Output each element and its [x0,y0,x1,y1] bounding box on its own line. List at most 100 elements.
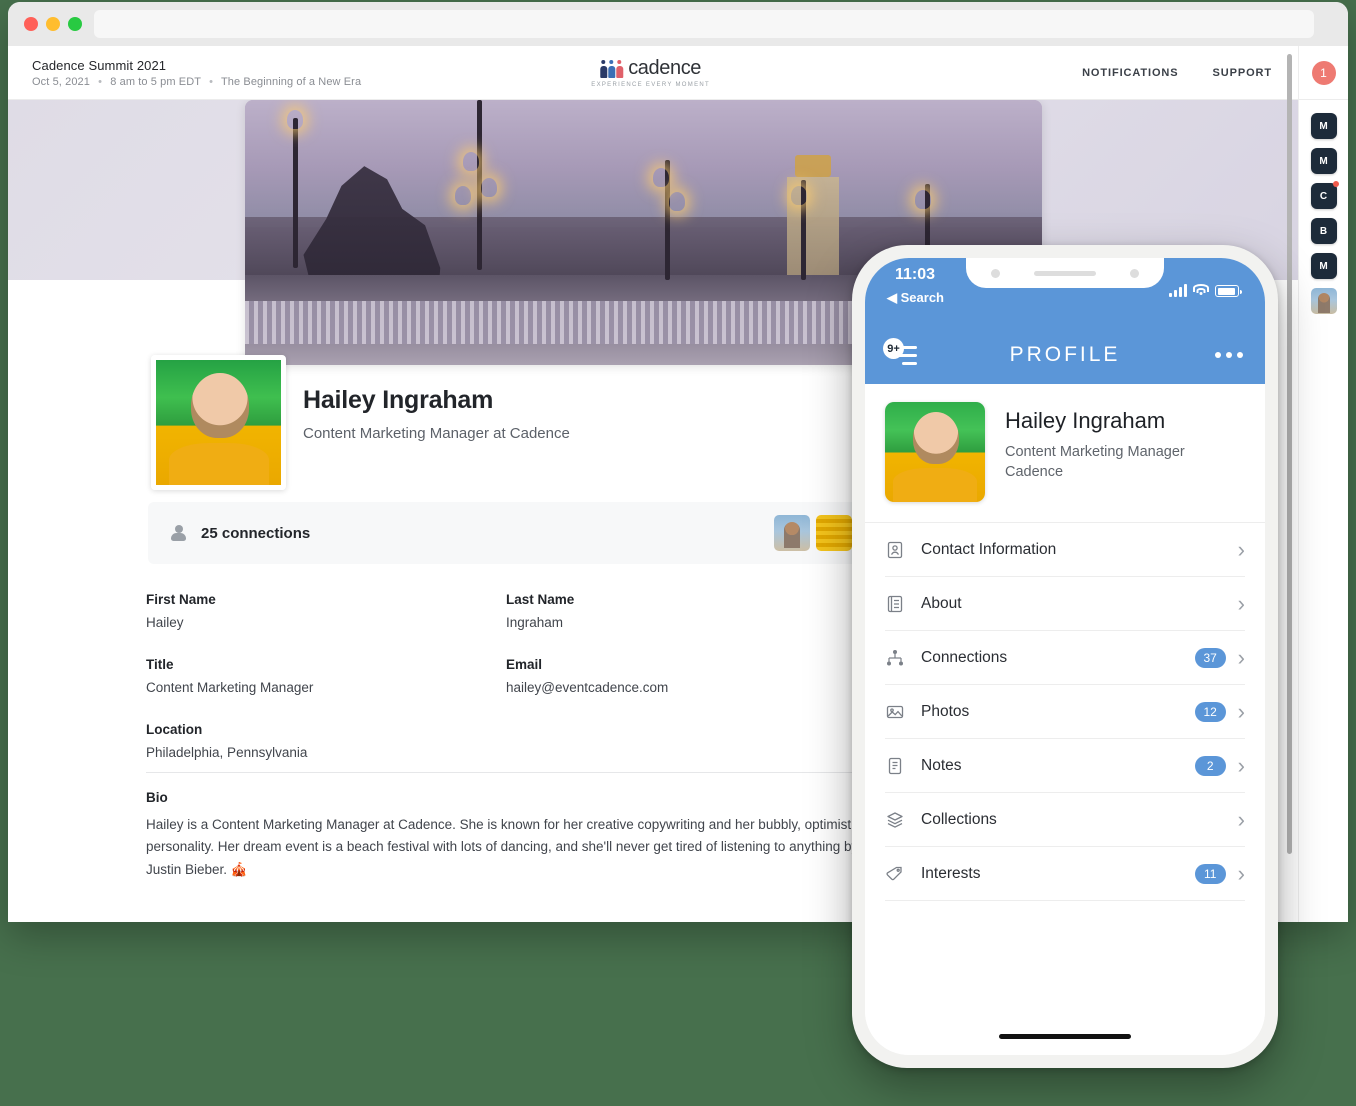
field-title: Title Content Marketing Manager [146,657,506,695]
menu-item-badge: 37 [1194,647,1226,668]
phone-navbar: 9+ PROFILE [865,326,1265,384]
rail-tile-m3[interactable]: M [1310,253,1337,279]
back-arrow-icon: ◀ [887,290,897,305]
profile-name: Hailey Ingraham [303,386,494,414]
menu-item-label: Contact Information [921,540,1057,558]
nav-support[interactable]: SUPPORT [1213,67,1272,79]
phone-content: Hailey Ingraham Content Marketing Manage… [865,384,1265,1055]
phone-profile-role: Content Marketing Manager Cadence [1005,443,1185,482]
close-window-button[interactable] [24,17,38,31]
browser-titlebar [8,2,1348,46]
phone-notch [966,258,1164,288]
rail-tile-label: C [1319,190,1328,202]
phone-screen: 11:03 ◀ Search 9+ PROFILE Hailey Ingraha… [865,258,1265,1055]
field-last-name: Last Name Ingraham [506,592,866,630]
sensor-icon [1130,268,1139,278]
menu-item-notes[interactable]: Notes 2 › [885,739,1245,793]
notification-badge[interactable]: 1 [1311,60,1336,85]
bio-section: Bio Hailey is a Content Marketing Manage… [146,790,868,881]
profile-avatar [151,355,286,490]
chevron-right-icon: › [1237,644,1245,670]
rail-badge-row: 1 [1299,46,1348,100]
interests-tag-icon [885,864,905,884]
menu-item-label: About [921,594,962,612]
phone-mockup: 11:03 ◀ Search 9+ PROFILE Hailey Ingraha… [852,245,1278,1068]
more-options-icon[interactable] [1215,352,1243,358]
cover-lamp-light-3b [669,192,685,211]
photos-image-icon [885,702,905,722]
vertical-scrollbar[interactable] [1287,54,1292,854]
speaker-grille [1034,270,1096,276]
connection-avatar-2[interactable] [816,515,852,551]
header-nav: NOTIFICATIONS SUPPORT [1082,67,1272,79]
menu-item-connections[interactable]: Connections 37 › [885,631,1245,685]
event-subtitle: Oct 5, 2021 • 8 am to 5 pm EDT • The Beg… [32,76,361,88]
menu-item-contact-information[interactable]: Contact Information › [885,523,1245,577]
field-label: First Name [146,592,216,607]
cover-lamp-light-4 [791,186,807,205]
menu-item-badge: 2 [1194,755,1226,776]
status-time: 11:03 [895,266,936,283]
bio-text: Hailey is a Content Marketing Manager at… [146,817,861,877]
profile-role: Content Marketing Manager at Cadence [303,425,570,442]
connection-avatar-1[interactable] [774,515,810,551]
field-location: Location Philadelphia, Pennsylvania [146,722,506,760]
notes-clipboard-icon [885,756,905,776]
menu-item-label: Connections [921,648,1008,666]
home-indicator[interactable] [999,1034,1131,1039]
menu-item-collections[interactable]: Collections › [885,793,1245,847]
menu-item-about[interactable]: About › [885,577,1245,631]
cadence-logo[interactable]: cadence EXPERIENCE EVERY MOMENT [591,58,710,88]
connections-network-icon [885,648,905,668]
address-bar[interactable] [94,10,1314,38]
rail-tile-c[interactable]: C [1310,181,1339,209]
rail-tile-m2[interactable]: M [1310,148,1337,174]
logo-wordmark: cadence [628,56,702,79]
nav-notifications[interactable]: NOTIFICATIONS [1082,67,1178,79]
profile-heading: Hailey Ingraham Content Marketing Manage… [303,386,570,442]
camera-icon [991,268,1000,278]
right-rail: 1 M M C B M [1298,46,1348,922]
menu-badge: 9+ [883,338,904,359]
field-first-name: First Name Hailey [146,592,506,630]
rail-tile-b[interactable]: B [1310,218,1337,244]
connections-bar[interactable]: 25 connections [148,502,866,564]
maximize-window-button[interactable] [68,17,82,31]
battery-icon [1215,285,1242,297]
status-indicators [1169,284,1242,297]
event-time: 8 am to 5 pm EDT [110,75,201,88]
field-label: Email [506,657,543,672]
collections-layers-icon [885,810,905,830]
cover-lamp-light-2b [481,178,497,197]
meta-separator-1: • [98,75,103,88]
chevron-right-icon: › [1237,590,1245,616]
menu-item-photos[interactable]: Photos 12 › [885,685,1245,739]
connection-avatars [774,515,852,551]
field-row: Location Philadelphia, Pennsylvania [146,722,866,760]
event-title: Cadence Summit 2021 [32,57,167,73]
profile-fields: First Name Hailey Last Name Ingraham Tit… [146,592,866,787]
menu-item-badge: 11 [1194,863,1226,884]
cover-lamp-light-3a [653,168,669,187]
menu-item-interests[interactable]: Interests 11 › [885,847,1245,901]
menu-item-badge: 12 [1194,701,1226,722]
cover-lamp-post-1 [293,118,298,268]
field-label: Title [146,657,174,672]
field-empty [506,722,866,760]
contact-card-icon [885,540,905,560]
rail-tile-m1[interactable]: M [1310,113,1337,139]
cover-lamp-light-2c [455,186,471,205]
back-to-search-link[interactable]: ◀ Search [887,290,944,306]
minimize-window-button[interactable] [46,17,60,31]
rail-user-avatar[interactable] [1310,288,1337,314]
chevron-right-icon: › [1237,860,1245,886]
unread-dot-icon [1332,181,1339,187]
menu-hamburger-icon[interactable]: 9+ [883,338,917,367]
field-value: hailey@eventcadence.com [506,680,669,695]
field-label: Location [146,722,203,737]
bio-label: Bio [146,790,168,805]
field-value: Content Marketing Manager [146,680,314,695]
phone-profile-header: Hailey Ingraham Content Marketing Manage… [865,384,1265,523]
rail-items: M M C B M [1310,113,1339,314]
chevron-right-icon: › [1237,698,1245,724]
